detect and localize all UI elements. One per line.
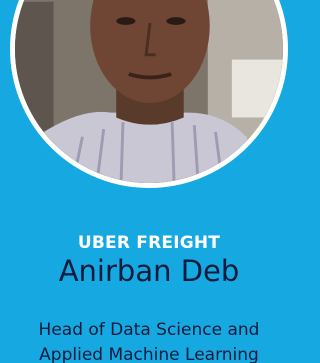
speaker-role: Head of Data Science and Applied Machine… — [0, 318, 298, 363]
speaker-name: Anirban Deb — [58, 254, 240, 288]
company-name: UBER FREIGHT — [77, 233, 221, 253]
speaker-role-line-1: Head of Data Science and — [38, 320, 260, 340]
speaker-portrait-image — [15, 0, 283, 183]
speaker-photo — [10, 0, 288, 188]
speaker-card: UBER FREIGHT Anirban Deb Head of Data Sc… — [0, 0, 298, 363]
speaker-role-line-2: Applied Machine Learning — [39, 345, 259, 363]
